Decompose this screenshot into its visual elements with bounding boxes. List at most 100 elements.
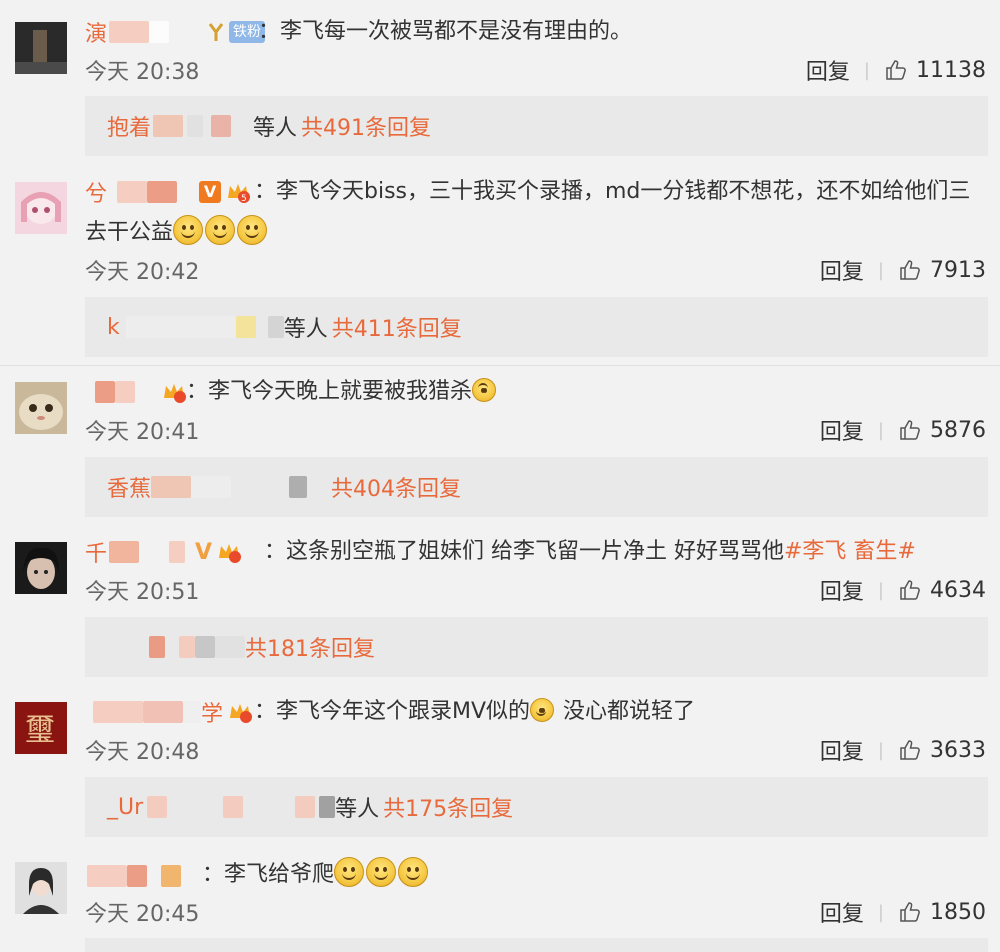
reply-count[interactable]: 共175条回复 bbox=[383, 791, 513, 823]
comment-text: ：李飞今天晚上就要被我猎杀 bbox=[186, 375, 498, 409]
username[interactable] bbox=[85, 376, 187, 408]
blurred-name bbox=[161, 865, 181, 887]
blurred-name bbox=[267, 316, 284, 338]
separator: | bbox=[863, 59, 870, 81]
like-count: 11138 bbox=[916, 57, 986, 83]
reply-suffix: 等人 bbox=[253, 116, 298, 141]
avatar[interactable] bbox=[15, 22, 67, 74]
like-icon[interactable] bbox=[898, 900, 922, 924]
like-icon[interactable] bbox=[898, 578, 922, 602]
like-icon[interactable] bbox=[898, 418, 922, 442]
comment-text: ：李飞今年这个跟录MV似的 没心都说轻了 bbox=[254, 695, 695, 729]
comment-text-body: ：李飞给爷爬 bbox=[202, 862, 335, 887]
svg-text:5: 5 bbox=[241, 194, 247, 204]
replies-preview[interactable]: 香蕉 共404条回复 bbox=[85, 457, 988, 517]
blurred-name bbox=[183, 701, 201, 723]
like-icon[interactable] bbox=[898, 258, 922, 282]
reply-user[interactable]: k bbox=[107, 315, 120, 340]
comment-text: ：李飞今天biss，三十我买个录播，md一分钱都不想花，还不如给他们三 bbox=[254, 179, 971, 204]
reply-button[interactable]: 回复 bbox=[820, 574, 864, 606]
reply-user[interactable]: 香蕉 bbox=[107, 471, 151, 503]
blurred-name bbox=[109, 21, 150, 43]
reply-button[interactable]: 回复 bbox=[820, 896, 864, 928]
reply-button[interactable]: 回复 bbox=[820, 414, 864, 446]
avatar[interactable] bbox=[15, 542, 67, 594]
username-text: 演 bbox=[85, 22, 108, 47]
like-count: 5876 bbox=[930, 417, 986, 443]
blurred-name bbox=[149, 21, 170, 43]
username[interactable]: 兮 V 5 bbox=[85, 176, 251, 208]
blurred-name bbox=[179, 636, 195, 658]
comment-actions: 回复 | 4634 bbox=[820, 574, 986, 606]
blurred-name bbox=[319, 796, 336, 818]
comment-text-body: ：这条别空瓶了姐妹们 给李飞留一片净土 好好骂骂他 bbox=[264, 539, 784, 564]
comment-actions: 回复 | 3633 bbox=[820, 734, 986, 766]
blurred-name bbox=[215, 636, 245, 658]
avatar[interactable] bbox=[15, 182, 67, 234]
reply-button[interactable]: 回复 bbox=[820, 734, 864, 766]
like-count: 3633 bbox=[930, 737, 986, 763]
reply-user[interactable]: 抱着 bbox=[107, 110, 151, 142]
username[interactable]: 千 V bbox=[85, 536, 242, 568]
separator: | bbox=[877, 579, 884, 601]
blurred-name bbox=[187, 115, 204, 137]
divider bbox=[0, 365, 1000, 366]
blurred-name bbox=[223, 796, 244, 818]
username[interactable]: 演 铁粉 bbox=[85, 16, 266, 48]
crown-icon bbox=[230, 704, 253, 723]
replies-preview[interactable]: k 等人 共411条回复 bbox=[85, 297, 988, 357]
avatar[interactable]: 璽 bbox=[15, 702, 67, 754]
blurred-name bbox=[289, 476, 308, 498]
blurred-name bbox=[95, 381, 115, 403]
separator: | bbox=[877, 739, 884, 761]
reply-count[interactable]: 共181条回复 bbox=[245, 631, 375, 663]
replies-preview[interactable]: _Ur 等人 共175条回复 bbox=[85, 777, 988, 837]
avatar-image: 璽 bbox=[15, 702, 67, 754]
comment-text-cont: 去干公益 bbox=[85, 220, 174, 245]
replies-preview[interactable]: 共181条回复 bbox=[85, 617, 988, 677]
crown-icon: 5 bbox=[228, 184, 251, 204]
hashtag-link[interactable]: #李飞 畜生# bbox=[784, 539, 916, 564]
username[interactable]: 学 bbox=[85, 696, 253, 728]
reply-count[interactable]: 共404条回复 bbox=[331, 471, 461, 503]
username-text: 千 bbox=[85, 542, 108, 567]
blurred-name bbox=[149, 636, 165, 658]
separator: | bbox=[877, 419, 884, 441]
blurred-name bbox=[117, 181, 148, 203]
replies-preview[interactable] bbox=[85, 938, 988, 952]
reply-button[interactable]: 回复 bbox=[806, 54, 850, 86]
crown-icon bbox=[219, 544, 242, 563]
username[interactable] bbox=[85, 860, 181, 892]
blurred-name bbox=[295, 796, 316, 818]
like-icon[interactable] bbox=[898, 738, 922, 762]
reply-count[interactable]: 共491条回复 bbox=[301, 110, 431, 142]
comment-text-cont: 没心都说轻了 bbox=[556, 699, 696, 724]
comment-time: 今天 20:38 bbox=[85, 60, 200, 85]
reply-button[interactable]: 回复 bbox=[820, 254, 864, 286]
like-icon[interactable] bbox=[884, 58, 908, 82]
comment-text: ：这条别空瓶了姐妹们 给李飞留一片净土 好好骂骂他#李飞 畜生# bbox=[264, 535, 916, 569]
verified-icon: V bbox=[195, 539, 213, 565]
blurred-name bbox=[235, 316, 256, 338]
blurred-name bbox=[143, 701, 183, 723]
comment-text: ：李飞每一次被骂都不是没有理由的。 bbox=[258, 19, 633, 44]
comment-text-line2: 去干公益 bbox=[85, 215, 269, 250]
avatar[interactable] bbox=[15, 382, 67, 434]
avatar[interactable] bbox=[15, 862, 67, 914]
blurred-name bbox=[211, 115, 232, 137]
blurred-name bbox=[115, 381, 135, 403]
smile-emoji-icon bbox=[398, 857, 429, 887]
comment-text: ：李飞给爷爬 bbox=[202, 857, 430, 892]
smile-emoji-icon bbox=[530, 698, 555, 722]
blurred-name bbox=[191, 476, 232, 498]
avatar-image bbox=[15, 22, 67, 74]
smile-emoji-icon bbox=[237, 215, 268, 245]
reply-user[interactable]: _Ur bbox=[107, 795, 143, 820]
reply-count[interactable]: 共411条回复 bbox=[332, 311, 462, 343]
username-text: 学 bbox=[201, 702, 224, 727]
replies-preview[interactable]: 抱着 等人 共491条回复 bbox=[85, 96, 988, 156]
blurred-name bbox=[127, 865, 147, 887]
blurred-name bbox=[109, 541, 140, 563]
comment-text-body: ：李飞今年这个跟录MV似的 bbox=[254, 699, 531, 724]
avatar-image bbox=[15, 542, 67, 594]
